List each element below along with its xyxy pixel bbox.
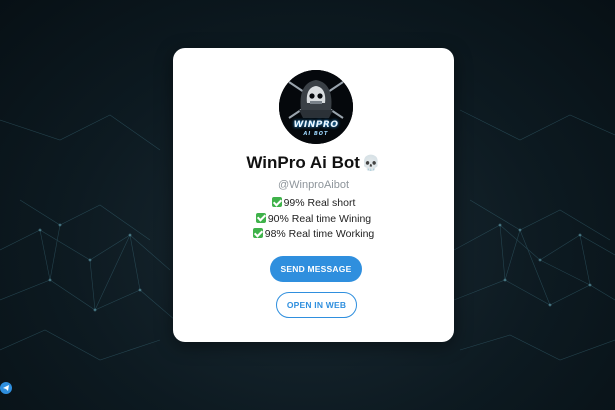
feature-item: 90% Real time Wining <box>173 212 454 228</box>
telegram-logo-icon[interactable] <box>0 378 14 398</box>
bot-name: WinPro Ai Bot 💀 <box>173 153 454 173</box>
check-mark-icon <box>271 197 282 207</box>
feature-text: 99% Real short <box>283 197 356 209</box>
feature-item: 98% Real time Working <box>173 227 454 243</box>
send-message-button[interactable]: SEND MESSAGE <box>270 256 362 282</box>
avatar-subtitle-text: AI BOT <box>303 131 329 137</box>
check-mark-icon <box>255 212 266 223</box>
skull-emoji-icon: 💀 <box>361 154 381 172</box>
check-mark-icon <box>252 228 263 238</box>
feature-text: 90% Real time Wining <box>267 212 372 225</box>
feature-text: 98% Real time Working <box>264 228 375 240</box>
avatar-title-text: WINPRO <box>293 120 339 130</box>
bot-name-text: WinPro Ai Bot <box>246 153 360 172</box>
feature-item: 99% Real short <box>173 196 454 212</box>
bot-feature-list: 99% Real short 90% Real time Wining 98% … <box>173 196 454 243</box>
bot-avatar: WINPRO AI BOT <box>279 70 353 144</box>
bot-username: @WinproAibot <box>277 179 350 191</box>
bot-profile-card: WINPRO AI BOT WinPro Ai Bot 💀 @WinproAibo… <box>173 48 454 342</box>
open-in-web-button[interactable]: OPEN IN WEB <box>276 292 357 318</box>
